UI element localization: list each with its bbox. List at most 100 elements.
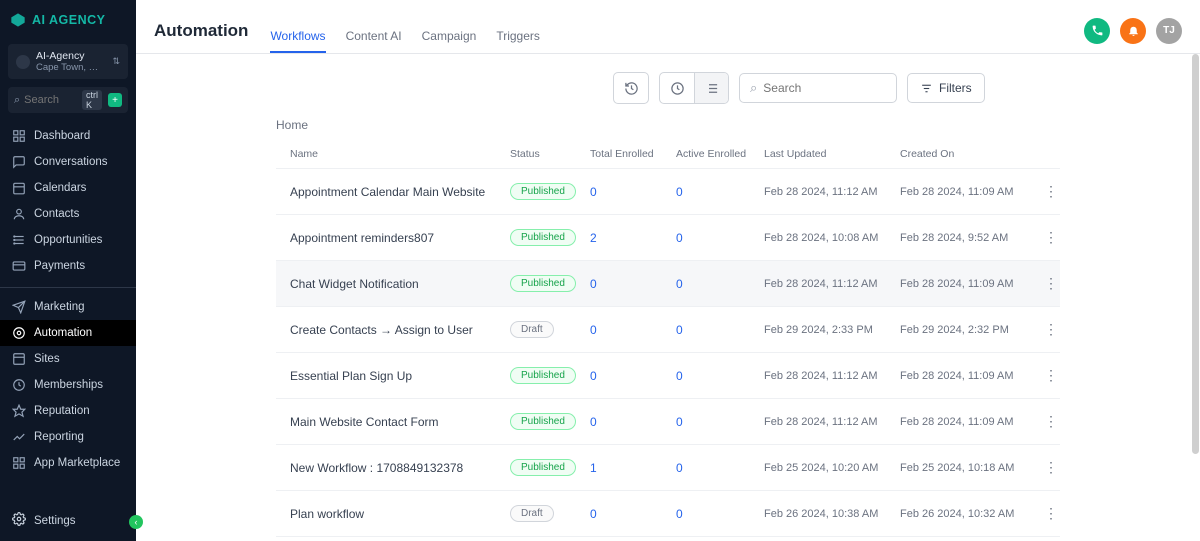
active-enrolled[interactable]: 0 [676, 185, 764, 199]
tab-triggers[interactable]: Triggers [496, 29, 540, 53]
row-actions-button[interactable]: ⋮ [1036, 183, 1066, 200]
last-updated: Feb 28 2024, 11:12 AM [764, 370, 900, 382]
active-enrolled[interactable]: 0 [676, 507, 764, 521]
phone-button[interactable] [1084, 18, 1110, 44]
col-total: Total Enrolled [590, 148, 676, 160]
breadcrumb[interactable]: Home [276, 118, 1178, 132]
clock-view-button[interactable] [660, 73, 694, 103]
created-on: Feb 28 2024, 9:52 AM [900, 232, 1036, 244]
sidebar-item-app-marketplace[interactable]: App Marketplace [0, 450, 136, 476]
automation-icon [12, 326, 26, 340]
sidebar-item-opportunities[interactable]: Opportunities [0, 227, 136, 253]
active-enrolled[interactable]: 0 [676, 461, 764, 475]
tab-content-ai[interactable]: Content AI [346, 29, 402, 53]
table-row[interactable]: Chat Widget NotificationPublished00Feb 2… [276, 260, 1060, 306]
sidebar-item-dashboard[interactable]: Dashboard [0, 123, 136, 149]
topbar-icons: TJ [1084, 18, 1182, 44]
tab-workflows[interactable]: Workflows [270, 29, 325, 53]
total-enrolled[interactable]: 0 [590, 323, 676, 337]
status-badge: Published [510, 459, 576, 476]
table-row[interactable]: Plan workflowDraft00Feb 26 2024, 10:38 A… [276, 490, 1060, 536]
add-button[interactable]: + [108, 93, 122, 107]
active-enrolled[interactable]: 0 [676, 277, 764, 291]
table-row[interactable]: New Workflow : 1708849132378Published10F… [276, 444, 1060, 490]
active-enrolled[interactable]: 0 [676, 231, 764, 245]
table-row[interactable]: Platinum Package - Send Contract Proposa… [276, 536, 1060, 541]
sidebar-item-conversations[interactable]: Conversations [0, 149, 136, 175]
sidebar-item-label: Dashboard [34, 130, 90, 142]
total-enrolled[interactable]: 0 [590, 277, 676, 291]
org-selector[interactable]: AI-Agency Cape Town, Western ... ⇅ [8, 44, 128, 79]
total-enrolled[interactable]: 0 [590, 415, 676, 429]
avatar[interactable]: TJ [1156, 18, 1182, 44]
grid-icon [12, 456, 26, 470]
sidebar-item-contacts[interactable]: Contacts [0, 201, 136, 227]
org-name: AI-Agency [36, 50, 106, 62]
status-badge: Published [510, 367, 576, 384]
created-on: Feb 29 2024, 2:32 PM [900, 324, 1036, 336]
created-on: Feb 28 2024, 11:09 AM [900, 186, 1036, 198]
notifications-button[interactable] [1120, 18, 1146, 44]
row-actions-button[interactable]: ⋮ [1036, 459, 1066, 476]
shortcut-badge: ctrl K [82, 90, 102, 110]
table-search[interactable]: ⌕ [739, 73, 897, 103]
tab-campaign[interactable]: Campaign [422, 29, 477, 53]
row-actions-button[interactable]: ⋮ [1036, 275, 1066, 292]
total-enrolled[interactable]: 0 [590, 369, 676, 383]
col-status: Status [510, 148, 590, 160]
table-row[interactable]: Create Contacts → Assign to UserDraft00F… [276, 306, 1060, 352]
sidebar-item-settings[interactable]: Settings ‹ [0, 502, 136, 541]
created-on: Feb 28 2024, 11:09 AM [900, 278, 1036, 290]
view-mode-group [659, 72, 729, 104]
col-updated: Last Updated [764, 148, 900, 160]
total-enrolled[interactable]: 2 [590, 231, 676, 245]
row-actions-button[interactable]: ⋮ [1036, 229, 1066, 246]
recent-button[interactable] [614, 73, 648, 103]
row-actions-button[interactable]: ⋮ [1036, 413, 1066, 430]
scrollbar[interactable] [1190, 54, 1200, 541]
sidebar-search-input[interactable] [24, 94, 78, 106]
sidebar-item-memberships[interactable]: Memberships [0, 372, 136, 398]
sidebar-item-calendars[interactable]: Calendars [0, 175, 136, 201]
table-row[interactable]: Essential Plan Sign UpPublished00Feb 28 … [276, 352, 1060, 398]
list-view-button[interactable] [694, 73, 728, 103]
filters-button[interactable]: Filters [907, 73, 985, 103]
total-enrolled[interactable]: 0 [590, 507, 676, 521]
sidebar-item-reputation[interactable]: Reputation [0, 398, 136, 424]
scrollbar-thumb[interactable] [1192, 54, 1199, 454]
sidebar-item-payments[interactable]: Payments [0, 253, 136, 279]
sidebar: AI AGENCY AI-Agency Cape Town, Western .… [0, 0, 136, 541]
workflow-name: Appointment reminders807 [290, 231, 510, 245]
status-badge: Published [510, 183, 576, 200]
phone-icon [1091, 24, 1104, 37]
table-row[interactable]: Appointment Calendar Main WebsitePublish… [276, 168, 1060, 214]
active-enrolled[interactable]: 0 [676, 415, 764, 429]
sidebar-item-sites[interactable]: Sites [0, 346, 136, 372]
table-row[interactable]: Appointment reminders807Published20Feb 2… [276, 214, 1060, 260]
clock-icon [670, 81, 685, 96]
active-enrolled[interactable]: 0 [676, 369, 764, 383]
sidebar-search[interactable]: ⌕ ctrl K + [8, 87, 128, 113]
row-actions-button[interactable]: ⋮ [1036, 505, 1066, 522]
sidebar-item-automation[interactable]: Automation [0, 320, 136, 346]
sidebar-item-label: Marketing [34, 301, 85, 313]
search-icon: ⌕ [750, 80, 757, 96]
total-enrolled[interactable]: 0 [590, 185, 676, 199]
active-enrolled[interactable]: 0 [676, 323, 764, 337]
last-updated: Feb 28 2024, 10:08 AM [764, 232, 900, 244]
workflow-name: Essential Plan Sign Up [290, 369, 510, 383]
sidebar-item-reporting[interactable]: Reporting [0, 424, 136, 450]
col-active: Active Enrolled [676, 148, 764, 160]
row-actions-button[interactable]: ⋮ [1036, 321, 1066, 338]
status-badge: Published [510, 275, 576, 292]
chat-icon [12, 155, 26, 169]
view-time-group [613, 72, 649, 104]
last-updated: Feb 25 2024, 10:20 AM [764, 462, 900, 474]
table-row[interactable]: Main Website Contact FormPublished00Feb … [276, 398, 1060, 444]
sidebar-item-marketing[interactable]: Marketing [0, 287, 136, 320]
toolbar: ⌕ Filters [613, 72, 1178, 104]
sidebar-item-label: Reputation [34, 405, 90, 417]
table-search-input[interactable] [763, 81, 886, 95]
row-actions-button[interactable]: ⋮ [1036, 367, 1066, 384]
total-enrolled[interactable]: 1 [590, 461, 676, 475]
